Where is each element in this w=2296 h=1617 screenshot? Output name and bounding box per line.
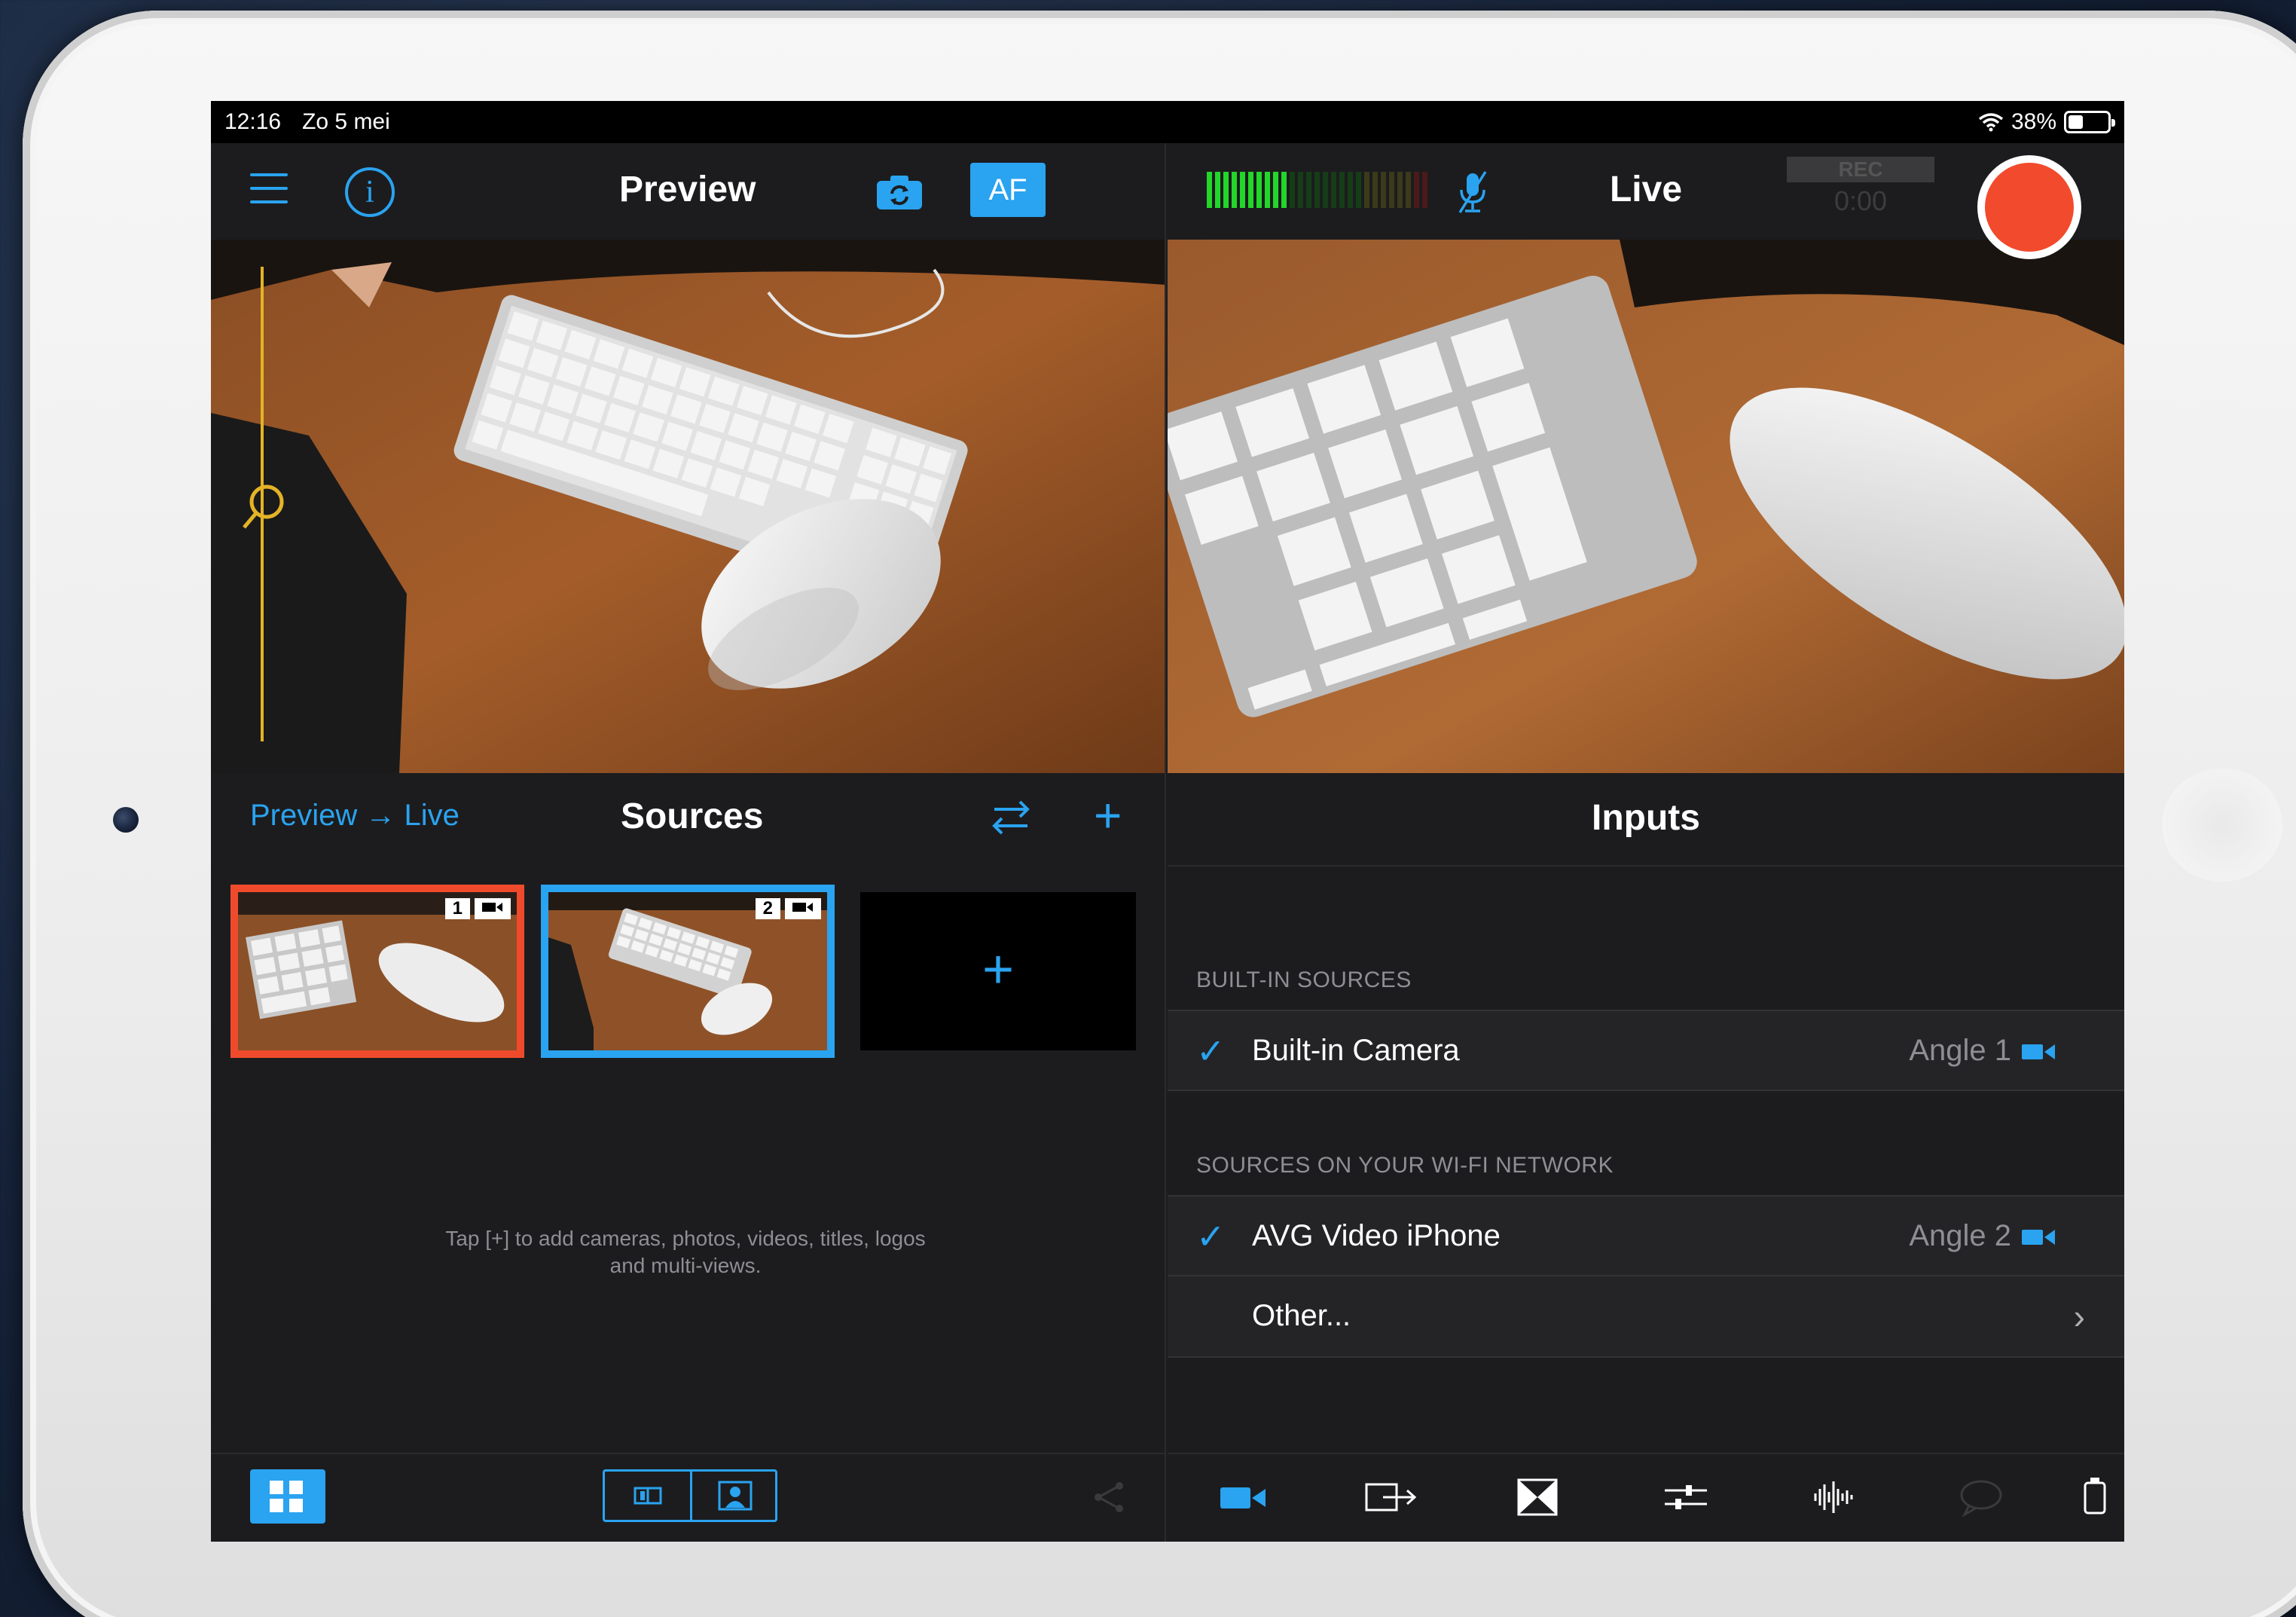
home-button bbox=[2162, 769, 2282, 882]
preview-toolbar: i Preview AF bbox=[211, 143, 1165, 240]
live-pane: Live REC 0:00 Inputs BUILT-IN SOURCES ✓ … bbox=[1168, 143, 2124, 1542]
video-camera-icon bbox=[2022, 1230, 2055, 1245]
source-1-number: 1 bbox=[444, 898, 470, 919]
person-icon[interactable] bbox=[690, 1472, 777, 1520]
source-2-badge: 2 bbox=[755, 898, 821, 919]
layout-segmented-control bbox=[603, 1469, 777, 1522]
input-row-other[interactable]: Other... › bbox=[1168, 1276, 2124, 1358]
comment-icon[interactable] bbox=[1951, 1471, 2011, 1524]
wifi-icon bbox=[1978, 113, 2004, 132]
recording-status: REC 0:00 bbox=[1787, 157, 1934, 225]
swap-icon[interactable] bbox=[990, 797, 1032, 838]
add-source-tile[interactable]: + bbox=[860, 892, 1136, 1050]
video-camera-icon bbox=[2022, 1044, 2055, 1059]
right-tab-bar bbox=[1168, 1453, 2124, 1542]
rec-label: REC bbox=[1787, 157, 1934, 182]
status-time: 12:16 bbox=[224, 109, 282, 134]
input-angle: Angle 2 bbox=[1909, 1219, 2011, 1252]
transition-icon[interactable] bbox=[1508, 1471, 1568, 1524]
sliders-icon[interactable] bbox=[1656, 1471, 1716, 1524]
ipad-screen: 12:16 Zo 5 mei 38% i Preview AF Preview … bbox=[211, 101, 2124, 1542]
input-row-avg-video-iphone[interactable]: ✓ AVG Video iPhone Angle 2 bbox=[1168, 1195, 2124, 1276]
video-camera-icon bbox=[785, 898, 821, 919]
rec-timer: 0:00 bbox=[1833, 185, 1888, 216]
info-icon[interactable]: i bbox=[345, 167, 395, 217]
menu-icon[interactable] bbox=[250, 173, 288, 206]
layout-icon[interactable] bbox=[605, 1472, 690, 1520]
sources-hint: Tap [+] to add cameras, photos, videos, … bbox=[445, 1227, 926, 1277]
output-icon[interactable] bbox=[1360, 1471, 1421, 1524]
source-tile-2[interactable]: 2 bbox=[541, 885, 835, 1058]
battery-percent: 38% bbox=[2011, 109, 2056, 134]
status-bar: 12:16 Zo 5 mei 38% bbox=[211, 101, 2124, 143]
grid-view-icon[interactable] bbox=[250, 1469, 325, 1524]
sources-title: Sources bbox=[621, 796, 764, 836]
chevron-right-icon: › bbox=[2073, 1297, 2085, 1336]
section-built-in-sources: BUILT-IN SOURCES bbox=[1196, 967, 1412, 992]
route-to: Live bbox=[404, 799, 460, 832]
sources-header: Preview → Live Sources + bbox=[211, 773, 1165, 864]
video-camera-icon[interactable] bbox=[1213, 1471, 1273, 1524]
input-label: Other... bbox=[1252, 1299, 1351, 1332]
input-label: Built-in Camera bbox=[1252, 1034, 1460, 1067]
input-label: AVG Video iPhone bbox=[1252, 1219, 1501, 1252]
preview-pane: i Preview AF Preview → Live Sources + 1 … bbox=[211, 143, 1166, 1542]
record-button[interactable] bbox=[1977, 155, 2081, 259]
preview-to-live-link[interactable]: Preview → Live bbox=[250, 799, 460, 833]
source-1-badge: 1 bbox=[444, 898, 511, 919]
live-camera-image bbox=[1168, 240, 2124, 773]
battery-icon bbox=[2064, 111, 2115, 133]
left-bottom-toolbar bbox=[211, 1453, 1165, 1542]
timer-icon[interactable] bbox=[2079, 1471, 2124, 1524]
autofocus-button[interactable]: AF bbox=[970, 163, 1046, 217]
input-angle: Angle 1 bbox=[1909, 1034, 2011, 1067]
checkmark-icon: ✓ bbox=[1196, 1032, 1226, 1071]
preview-camera-image bbox=[211, 240, 1165, 773]
checkmark-icon: ✓ bbox=[1196, 1217, 1226, 1256]
inputs-header: Inputs bbox=[1168, 773, 2124, 867]
sources-panel: Preview → Live Sources + 1 2 + Tap [+] t… bbox=[211, 773, 1165, 1542]
source-2-number: 2 bbox=[755, 898, 780, 919]
battery-fill bbox=[2069, 115, 2083, 129]
route-from: Preview bbox=[250, 799, 358, 832]
live-video[interactable] bbox=[1168, 240, 2124, 773]
preview-video[interactable] bbox=[211, 240, 1165, 773]
add-icon[interactable]: + bbox=[1094, 791, 1133, 839]
route-arrow: → bbox=[365, 799, 396, 832]
preview-title: Preview bbox=[619, 170, 756, 209]
camera-switch-icon[interactable] bbox=[875, 173, 924, 211]
input-row-built-in-camera[interactable]: ✓ Built-in Camera Angle 1 bbox=[1168, 1010, 2124, 1091]
source-tile-1[interactable]: 1 bbox=[231, 885, 524, 1058]
status-date: Zo 5 mei bbox=[302, 109, 390, 134]
zoom-magnifier-icon[interactable] bbox=[238, 481, 288, 533]
share-icon[interactable] bbox=[1092, 1480, 1127, 1515]
audio-waveform-icon[interactable] bbox=[1803, 1471, 1864, 1524]
section-wifi-sources: SOURCES ON YOUR WI-FI NETWORK bbox=[1196, 1153, 1614, 1178]
front-camera bbox=[113, 807, 139, 833]
inputs-title: Inputs bbox=[1592, 798, 1700, 838]
video-camera-icon bbox=[475, 898, 511, 919]
